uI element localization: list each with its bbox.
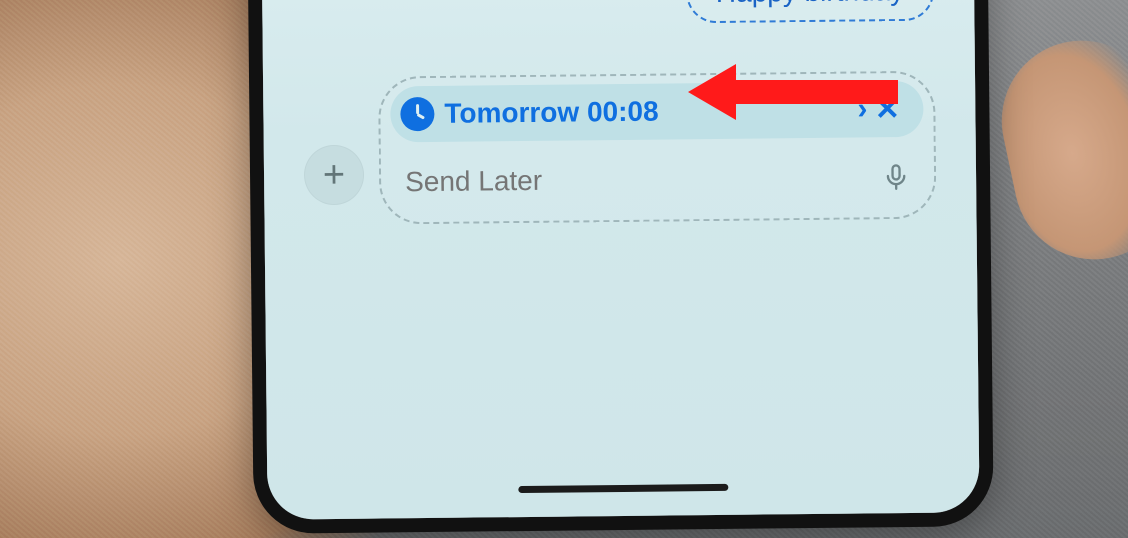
schedule-pill-text: Tomorrow 00:08	[444, 94, 855, 130]
phone-frame: Delivered Send Later Tomorrow 00:08 Edit…	[246, 0, 993, 534]
plus-icon: +	[323, 153, 346, 196]
scheduled-message-text: Happy birthday	[716, 0, 905, 8]
messages-screen: Delivered Send Later Tomorrow 00:08 Edit…	[260, 0, 979, 520]
scheduled-message-bubble[interactable]: Happy birthday	[685, 0, 934, 23]
mic-icon	[882, 163, 910, 191]
home-indicator	[518, 484, 728, 493]
chevron-right-icon: ›	[857, 92, 867, 126]
clock-icon	[400, 97, 434, 131]
attachments-plus-button[interactable]: +	[304, 145, 365, 206]
cancel-schedule-button[interactable]: ✕	[867, 89, 907, 129]
compose-container: Tomorrow 00:08 › ✕	[378, 71, 937, 225]
message-input[interactable]	[405, 161, 878, 198]
message-input-row	[391, 149, 925, 211]
schedule-pill[interactable]: Tomorrow 00:08 › ✕	[390, 81, 924, 143]
dictation-mic-button[interactable]	[878, 159, 914, 195]
